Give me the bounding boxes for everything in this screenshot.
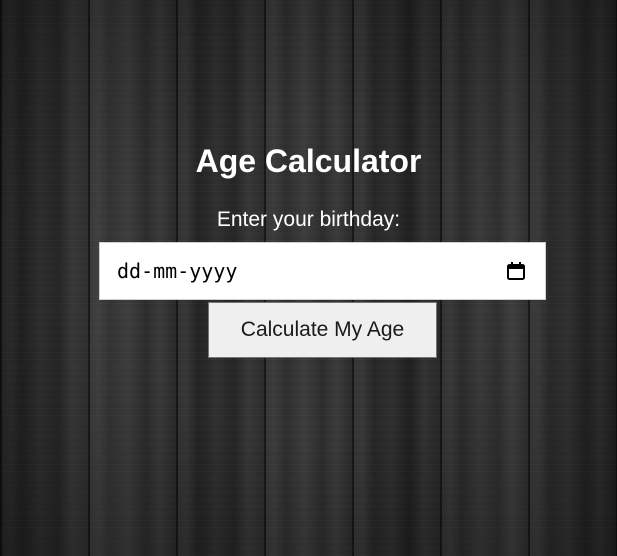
birthday-date-input[interactable]: dd-mm-yyyy xyxy=(99,242,546,300)
page-title: Age Calculator xyxy=(195,143,422,179)
calendar-icon[interactable] xyxy=(505,260,527,282)
date-placeholder: dd-mm-yyyy xyxy=(117,259,238,283)
birthday-label: Enter your birthday: xyxy=(216,208,401,231)
calculate-age-button[interactable]: Calculate My Age xyxy=(208,302,437,358)
calendar-icon-glyph xyxy=(507,262,525,280)
